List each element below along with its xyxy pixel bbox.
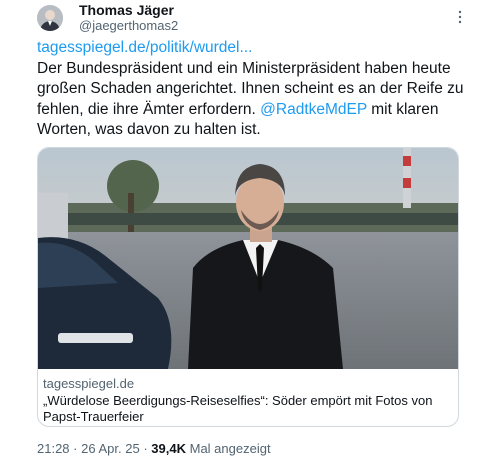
author-avatar[interactable]	[37, 5, 63, 31]
card-image[interactable]	[38, 148, 458, 369]
meta-separator: ·	[73, 441, 78, 456]
meta-separator-2: ·	[143, 441, 148, 456]
card-domain: tagesspiegel.de	[43, 376, 135, 391]
tweet-meta: 21:28 · 26 Apr. 25 · 39,4K Mal angezeigt	[37, 441, 271, 457]
link-preview-card[interactable]: tagesspiegel.de „Würdelose Beerdigungs-R…	[37, 147, 459, 427]
views-count: 39,4K	[151, 441, 186, 456]
views-label: Mal angezeigt	[189, 441, 271, 456]
avatar-photo-icon	[37, 5, 63, 31]
mention-link[interactable]: @RadtkeMdEP	[260, 101, 367, 118]
article-link[interactable]: tagesspiegel.de/politik/wurdel...	[37, 38, 467, 59]
tweet-text: tagesspiegel.de/politik/wurdel... Der Bu…	[37, 38, 467, 141]
tweet-time[interactable]: 21:28	[37, 441, 70, 456]
author-handle[interactable]: @jaegerthomas2	[79, 18, 178, 33]
tweet: Thomas Jäger @jaegerthomas2 tagesspiegel…	[0, 0, 496, 464]
more-options-icon[interactable]	[452, 9, 468, 25]
card-title: „Würdelose Beerdigungs-Reiseselfies“: Sö…	[43, 393, 433, 424]
tweet-date[interactable]: 26 Apr. 25	[81, 441, 140, 456]
author-name[interactable]: Thomas Jäger	[79, 2, 174, 18]
